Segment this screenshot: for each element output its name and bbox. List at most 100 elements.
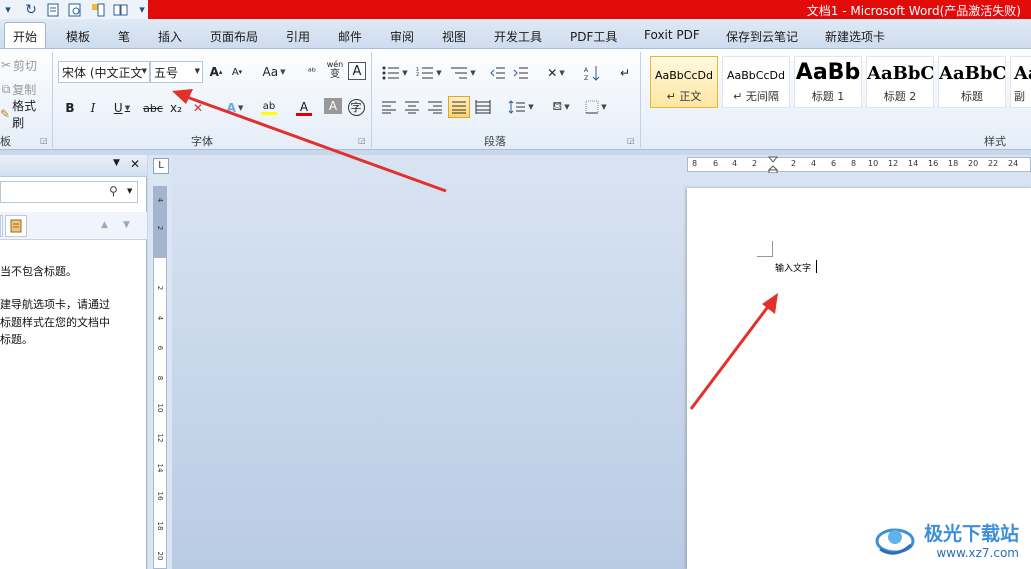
highlight-button[interactable]: ab [252,98,286,118]
text-effects-button[interactable]: A ▼ [222,98,248,118]
increase-indent-icon[interactable] [511,63,531,83]
margin-corner-mark [757,256,773,257]
redo-icon[interactable]: ↻ [22,1,40,18]
style-normal[interactable]: AaBbCcDd ↵ 正文 [650,56,718,108]
svg-text:2: 2 [416,72,419,78]
tab-new-tab[interactable]: 新建选项卡 [817,25,893,48]
distributed-icon[interactable] [473,97,493,117]
copy-button[interactable]: ⧉ 复制 [0,79,38,99]
font-name-combo[interactable]: 宋体 (中文正文 ▼ [58,61,150,83]
ruler-number: 4 [732,159,738,168]
tab-view[interactable]: 视图 [434,25,474,48]
tab-pdf-tools[interactable]: PDF工具 [562,25,625,48]
ruler-number: 4 [156,197,164,203]
ruler-number: 8 [156,375,164,381]
format-painter-button[interactable]: ✎ 格式刷 [0,99,48,130]
prev-heading-icon[interactable]: ▲ [101,220,108,230]
shading-button[interactable]: ⛾ ▼ [546,97,576,117]
indent-marker-icon[interactable] [767,156,779,174]
tab-save-cloud-note[interactable]: 保存到云笔记 [718,25,806,48]
font-color-button[interactable]: A [289,98,319,118]
char-shading-button[interactable]: A [324,98,342,114]
line-spacing-button[interactable]: ▼ [506,97,536,117]
subscript-button[interactable]: x₂ [167,98,185,118]
justify-icon[interactable] [448,96,470,118]
clear-format-icon[interactable]: ᵃᵇ [302,62,322,82]
tab-review[interactable]: 审阅 [382,25,422,48]
style-title[interactable]: AaBbC 标题 [938,56,1006,108]
sort-icon[interactable]: AZ [582,63,602,83]
style-no-spacing[interactable]: AaBbCcDd ↵ 无间隔 [722,56,790,108]
nav-pane-menu-icon[interactable]: ▼ [113,158,120,168]
enclose-char-button[interactable]: 字 [346,97,366,117]
font-size-combo[interactable]: 五号 ▼ [150,61,203,83]
phonetic-guide-button[interactable]: wén 变 [324,60,346,80]
align-left-icon[interactable] [379,97,399,117]
tab-templates[interactable]: 模板 [58,25,98,48]
customize-qat-icon[interactable]: ▾ [136,1,148,18]
change-case-button[interactable]: Aa ▼ [260,62,288,82]
print-preview-icon[interactable] [66,1,84,18]
tab-insert[interactable]: 插入 [150,25,190,48]
clear-formatting-icon[interactable]: ✕ [190,98,206,118]
svg-text:Z: Z [584,75,588,81]
shrink-font-button[interactable]: A ▾ [229,62,245,82]
char-border-button[interactable]: A [348,62,366,80]
multilevel-list-button[interactable]: ▼ [448,63,478,83]
styles-group-label: 样式 [984,135,1006,148]
align-center-icon[interactable] [402,97,422,117]
underline-button[interactable]: U ▼ [108,98,136,118]
strikethrough-button[interactable]: abc [142,98,164,118]
numbering-button[interactable]: 1 2 ▼ [414,63,444,83]
document-page[interactable] [687,188,1031,569]
tab-references[interactable]: 引用 [278,25,318,48]
cut-button[interactable]: ✂ 剪切 [0,55,38,75]
show-marks-icon[interactable]: ↵ [616,63,634,83]
tab-foxit-pdf[interactable]: Foxit PDF [636,25,708,48]
horizontal-ruler[interactable] [687,157,1031,172]
format-painter-label: 格式刷 [12,99,37,130]
grow-font-button[interactable]: A ▴ [207,62,225,82]
watermark-name: 极光下载站 [923,523,1019,545]
style-name: 副 [1014,90,1025,103]
tab-selector-button[interactable]: L [153,158,169,174]
subscript-label: x₂ [170,101,182,115]
style-heading-2[interactable]: AaBbC 标题 2 [866,56,934,108]
nav-search-input[interactable]: ⚲ ▼ [0,181,138,203]
tab-page-layout[interactable]: 页面布局 [202,25,266,48]
nav-tab-pages[interactable] [5,215,27,237]
align-right-icon[interactable] [425,97,445,117]
nav-message-line: 建导航选项卡，请通过 [0,298,110,311]
tab-home[interactable]: 开始 [4,22,47,49]
close-icon[interactable]: ✕ [130,157,140,171]
tab-mailings[interactable]: 邮件 [330,25,370,48]
search-icon[interactable]: ⚲ [109,184,118,198]
decrease-indent-icon[interactable] [488,63,508,83]
chevron-down-icon[interactable]: ▼ [195,67,200,75]
tab-developer[interactable]: 开发工具 [486,25,550,48]
change-case-label: Aa [262,65,279,79]
clipboard-launcher-icon[interactable]: ◲ [40,136,48,145]
chinese-layout-button[interactable]: ✕ ▼ [541,63,571,83]
new-doc-icon[interactable] [44,1,62,18]
style-heading-1[interactable]: AaBb 标题 1 [794,56,862,108]
italic-button[interactable]: I [85,98,101,118]
tab-pen[interactable]: 笔 [110,25,138,48]
bullets-button[interactable]: ▼ [380,63,410,83]
nav-tab-headings[interactable] [0,215,3,237]
document-text[interactable]: 输入文字 [775,261,811,274]
style-subtitle[interactable]: Aa 副 [1010,56,1031,108]
undo-dropdown-icon[interactable]: ▾ [0,1,16,18]
borders-button[interactable]: ▼ [581,97,611,117]
nav-pane-header: ▼ ✕ [0,155,147,177]
font-launcher-icon[interactable]: ◲ [358,136,366,145]
next-heading-icon[interactable]: ▼ [123,220,130,230]
style-name: 标题 [961,90,983,103]
chevron-down-icon[interactable]: ▼ [142,67,147,75]
read-mode-icon[interactable] [111,1,131,18]
paragraph-launcher-icon[interactable]: ◲ [627,136,635,145]
chevron-down-icon[interactable]: ▼ [127,187,132,195]
layout-icon[interactable] [89,1,107,18]
bold-button[interactable]: B [62,98,78,118]
bullet-list-icon [382,66,400,80]
